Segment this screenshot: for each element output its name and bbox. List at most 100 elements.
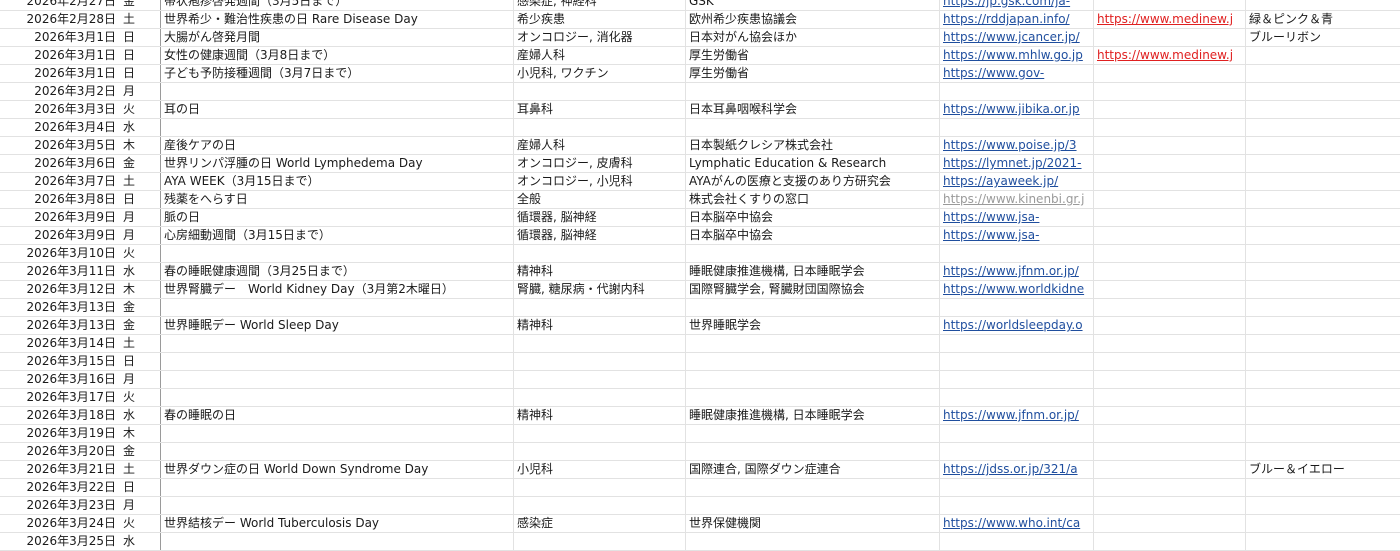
event-title-cell[interactable]: 産後ケアの日	[161, 137, 514, 154]
organizer-cell[interactable]: 株式会社くすりの窓口	[686, 191, 940, 208]
hyperlink[interactable]: https://www.jfnm.or.jp/	[943, 264, 1079, 278]
hyperlink[interactable]: https://www.jsa-	[943, 210, 1039, 224]
date-cell[interactable]: 2026年3月7日	[0, 173, 119, 190]
organizer-cell[interactable]	[686, 371, 940, 388]
note-cell[interactable]	[1246, 137, 1400, 154]
reference-url-cell[interactable]	[1094, 443, 1246, 460]
weekday-cell[interactable]: 金	[119, 155, 161, 172]
reference-url-cell[interactable]	[1094, 191, 1246, 208]
date-cell[interactable]: 2026年3月1日	[0, 29, 119, 46]
event-title-cell[interactable]: 世界ダウン症の日 World Down Syndrome Day	[161, 461, 514, 478]
weekday-cell[interactable]: 水	[119, 119, 161, 136]
event-title-cell[interactable]	[161, 299, 514, 316]
weekday-cell[interactable]: 日	[119, 65, 161, 82]
reference-url-cell[interactable]	[1094, 407, 1246, 424]
medical-field-cell[interactable]: 耳鼻科	[514, 101, 686, 118]
url-cell[interactable]	[940, 497, 1094, 514]
reference-url-cell[interactable]	[1094, 173, 1246, 190]
hyperlink[interactable]: https://www.mhlw.go.jp	[943, 48, 1083, 62]
weekday-cell[interactable]: 月	[119, 83, 161, 100]
note-cell[interactable]	[1246, 425, 1400, 442]
note-cell[interactable]	[1246, 443, 1400, 460]
event-title-cell[interactable]: 世界希少・難治性疾患の日 Rare Disease Day	[161, 11, 514, 28]
reference-url-cell[interactable]	[1094, 227, 1246, 244]
reference-url-cell[interactable]: https://www.medinew.j	[1094, 47, 1246, 64]
organizer-cell[interactable]	[686, 443, 940, 460]
medical-field-cell[interactable]: 希少疾患	[514, 11, 686, 28]
date-cell[interactable]: 2026年3月1日	[0, 47, 119, 64]
note-cell[interactable]	[1246, 515, 1400, 532]
url-cell[interactable]	[940, 353, 1094, 370]
organizer-cell[interactable]: 睡眠健康推進機構, 日本睡眠学会	[686, 263, 940, 280]
hyperlink[interactable]: https://jdss.or.jp/321/a	[943, 462, 1078, 476]
event-title-cell[interactable]: AYA WEEK（3月15日まで）	[161, 173, 514, 190]
reference-url-cell[interactable]	[1094, 245, 1246, 262]
reference-url-cell[interactable]	[1094, 371, 1246, 388]
event-title-cell[interactable]: 世界リンパ浮腫の日 World Lymphedema Day	[161, 155, 514, 172]
organizer-cell[interactable]: GSK	[686, 0, 940, 10]
note-cell[interactable]	[1246, 173, 1400, 190]
note-cell[interactable]	[1246, 317, 1400, 334]
date-cell[interactable]: 2026年3月16日	[0, 371, 119, 388]
weekday-cell[interactable]: 月	[119, 497, 161, 514]
event-title-cell[interactable]: 女性の健康週間（3月8日まで）	[161, 47, 514, 64]
note-cell[interactable]	[1246, 0, 1400, 10]
url-cell[interactable]: https://www.jsa-	[940, 227, 1094, 244]
organizer-cell[interactable]: AYAがんの医療と支援のあり方研究会	[686, 173, 940, 190]
url-cell[interactable]: https://www.worldkidne	[940, 281, 1094, 298]
note-cell[interactable]	[1246, 389, 1400, 406]
reference-url-cell[interactable]	[1094, 29, 1246, 46]
note-cell[interactable]	[1246, 335, 1400, 352]
url-cell[interactable]	[940, 389, 1094, 406]
weekday-cell[interactable]: 水	[119, 263, 161, 280]
note-cell[interactable]	[1246, 209, 1400, 226]
url-cell[interactable]	[940, 443, 1094, 460]
date-cell[interactable]: 2026年3月13日	[0, 299, 119, 316]
url-cell[interactable]	[940, 245, 1094, 262]
weekday-cell[interactable]: 水	[119, 533, 161, 550]
url-cell[interactable]: https://www.who.int/ca	[940, 515, 1094, 532]
medical-field-cell[interactable]: 産婦人科	[514, 47, 686, 64]
note-cell[interactable]	[1246, 407, 1400, 424]
organizer-cell[interactable]	[686, 83, 940, 100]
hyperlink[interactable]: https://lymnet.jp/2021-	[943, 156, 1082, 170]
url-cell[interactable]: https://www.jfnm.or.jp/	[940, 263, 1094, 280]
weekday-cell[interactable]: 木	[119, 425, 161, 442]
date-cell[interactable]: 2026年3月8日	[0, 191, 119, 208]
medical-field-cell[interactable]: 循環器, 脳神経	[514, 209, 686, 226]
event-title-cell[interactable]: 春の睡眠の日	[161, 407, 514, 424]
medical-field-cell[interactable]	[514, 335, 686, 352]
reference-url-cell[interactable]	[1094, 209, 1246, 226]
organizer-cell[interactable]: 欧州希少疾患協議会	[686, 11, 940, 28]
note-cell[interactable]	[1246, 191, 1400, 208]
weekday-cell[interactable]: 土	[119, 335, 161, 352]
url-cell[interactable]: https://www.jfnm.or.jp/	[940, 407, 1094, 424]
date-cell[interactable]: 2026年3月24日	[0, 515, 119, 532]
url-cell[interactable]	[940, 479, 1094, 496]
weekday-cell[interactable]: 金	[119, 317, 161, 334]
date-cell[interactable]: 2026年3月4日	[0, 119, 119, 136]
reference-url-cell[interactable]: https://www.medinew.j	[1094, 11, 1246, 28]
weekday-cell[interactable]: 火	[119, 245, 161, 262]
weekday-cell[interactable]: 金	[119, 0, 161, 10]
date-cell[interactable]: 2026年3月14日	[0, 335, 119, 352]
event-title-cell[interactable]	[161, 119, 514, 136]
note-cell[interactable]	[1246, 371, 1400, 388]
event-title-cell[interactable]	[161, 479, 514, 496]
date-cell[interactable]: 2026年3月25日	[0, 533, 119, 550]
reference-url-cell[interactable]	[1094, 533, 1246, 550]
date-cell[interactable]: 2026年3月21日	[0, 461, 119, 478]
event-title-cell[interactable]	[161, 371, 514, 388]
hyperlink[interactable]: https://ayaweek.jp/	[943, 174, 1058, 188]
medical-field-cell[interactable]: 精神科	[514, 407, 686, 424]
organizer-cell[interactable]	[686, 425, 940, 442]
organizer-cell[interactable]: 日本耳鼻咽喉科学会	[686, 101, 940, 118]
url-cell[interactable]: https://www.kinenbi.gr.j	[940, 191, 1094, 208]
weekday-cell[interactable]: 日	[119, 479, 161, 496]
note-cell[interactable]	[1246, 227, 1400, 244]
medical-field-cell[interactable]	[514, 479, 686, 496]
note-cell[interactable]	[1246, 497, 1400, 514]
medical-field-cell[interactable]	[514, 83, 686, 100]
organizer-cell[interactable]: 日本脳卒中協会	[686, 227, 940, 244]
reference-url-cell[interactable]	[1094, 497, 1246, 514]
